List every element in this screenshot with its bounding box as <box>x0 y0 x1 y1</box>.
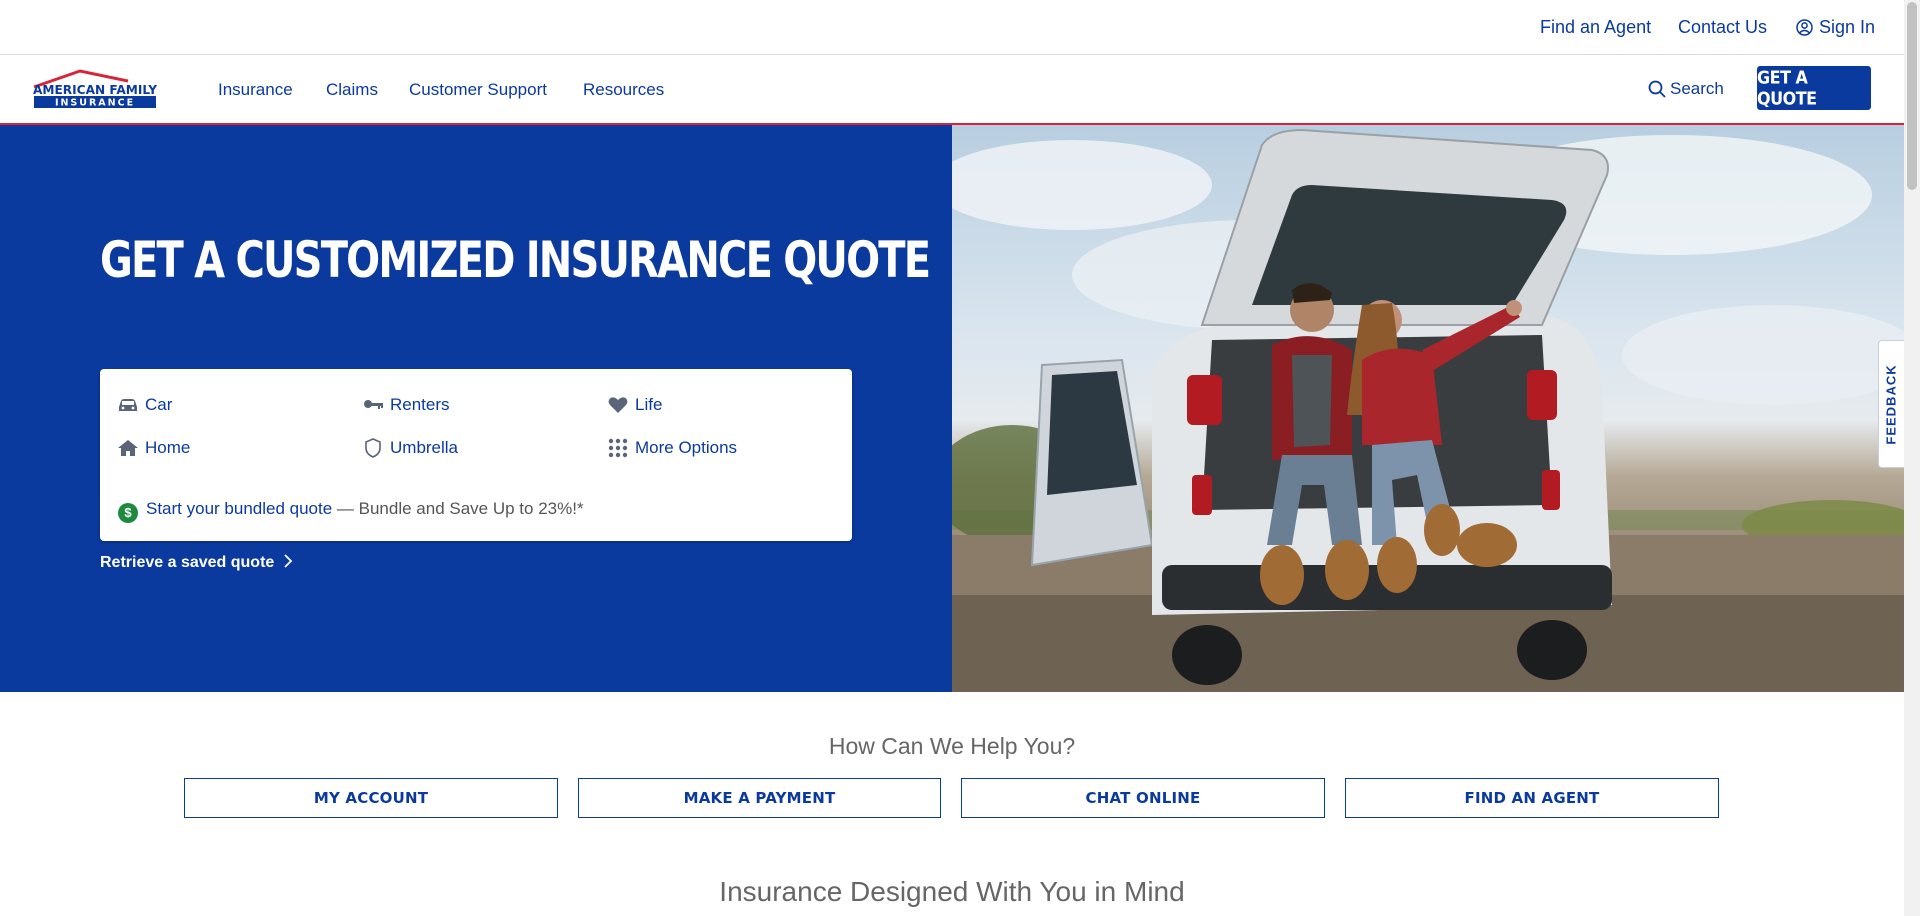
grid-icon <box>608 438 628 458</box>
help-section-title: How Can We Help You? <box>828 733 1076 759</box>
search-icon <box>1648 80 1666 98</box>
get-a-quote-button[interactable]: GET A QUOTE <box>1757 66 1871 110</box>
quote-option-car[interactable]: Car <box>119 395 173 415</box>
heart-icon <box>608 397 628 413</box>
search-label: Search <box>1670 79 1724 98</box>
nav-customer-support[interactable]: Customer Support <box>409 80 547 100</box>
quote-option-home[interactable]: Home <box>118 438 191 458</box>
quote-option-life-label: Life <box>635 395 663 414</box>
american-family-logo[interactable]: AMERICAN FAMILY INSURANCE <box>32 67 164 109</box>
my-account-button[interactable]: MY ACCOUNT <box>184 778 558 818</box>
house-icon <box>118 440 138 456</box>
page-scrollbar[interactable] <box>1904 0 1920 916</box>
feedback-tab[interactable]: FEEDBACK <box>1878 340 1904 468</box>
quote-options-card: Car Renters Life Home Umbrella More Opti… <box>100 369 852 541</box>
feedback-label: FEEDBACK <box>1884 363 1900 445</box>
chevron-right-icon <box>284 554 293 568</box>
dollar-icon: $ <box>118 503 138 523</box>
quote-option-umbrella[interactable]: Umbrella <box>365 438 459 458</box>
scrollbar-thumb[interactable] <box>1907 2 1917 190</box>
find-an-agent-button[interactable]: FIND AN AGENT <box>1345 778 1719 818</box>
shield-icon <box>365 438 381 458</box>
quote-option-life[interactable]: Life <box>608 395 663 415</box>
quote-option-car-label: Car <box>145 395 173 414</box>
search-button[interactable]: Search <box>1648 79 1724 99</box>
nav-claims[interactable]: Claims <box>326 80 378 100</box>
user-icon <box>1796 19 1813 41</box>
bundle-quote-row: $ Start your bundled quote — Bundle and S… <box>118 499 584 523</box>
make-a-payment-button[interactable]: MAKE A PAYMENT <box>578 778 941 818</box>
hero-panel: GET A CUSTOMIZED INSURANCE QUOTE Car Ren… <box>0 125 952 692</box>
quote-option-home-label: Home <box>145 438 191 457</box>
bundle-tagline: — Bundle and Save Up to 23%!* <box>332 499 584 518</box>
sign-in-link[interactable]: Sign In <box>1796 17 1875 41</box>
quote-option-more-label: More Options <box>635 438 738 457</box>
nav-insurance[interactable]: Insurance <box>218 80 293 100</box>
bundle-quote-link[interactable]: Start your bundled quote <box>146 499 332 518</box>
quote-option-more[interactable]: More Options <box>608 438 738 458</box>
hero-title: GET A CUSTOMIZED INSURANCE QUOTE <box>100 232 931 290</box>
find-agent-link[interactable]: Find an Agent <box>1540 17 1651 38</box>
quote-option-renters[interactable]: Renters <box>364 395 450 415</box>
main-nav: AMERICAN FAMILY INSURANCE Insurance Clai… <box>0 55 1904 125</box>
chat-online-button[interactable]: CHAT ONLINE <box>961 778 1325 818</box>
retrieve-saved-quote-link[interactable]: Retrieve a saved quote <box>100 554 293 572</box>
sign-in-label: Sign In <box>1819 17 1876 37</box>
quote-option-renters-label: Renters <box>390 395 450 414</box>
car-icon <box>119 399 137 411</box>
retrieve-label: Retrieve a saved quote <box>100 554 275 571</box>
utility-bar: Find an Agent Contact Us Sign In <box>0 0 1904 55</box>
logo-line1: AMERICAN FAMILY <box>33 82 158 97</box>
contact-us-link[interactable]: Contact Us <box>1678 17 1767 38</box>
hero-image-couple-suv <box>952 125 1904 692</box>
nav-resources[interactable]: Resources <box>583 80 664 100</box>
quote-option-umbrella-label: Umbrella <box>390 438 459 457</box>
logo-line2: INSURANCE <box>55 98 135 109</box>
designed-section-title: Insurance Designed With You in Mind <box>719 876 1185 907</box>
key-icon <box>364 400 383 409</box>
